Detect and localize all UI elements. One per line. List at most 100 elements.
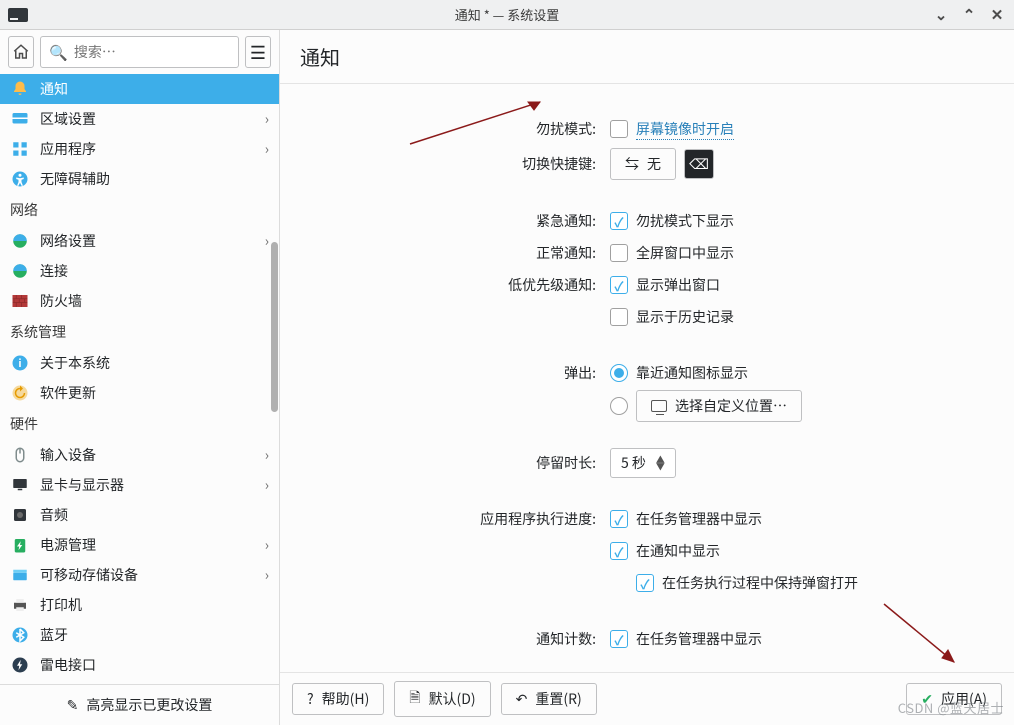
counts-label: 通知计数: xyxy=(310,629,610,649)
dnd-mirror-link[interactable]: 屏幕镜像时开启 xyxy=(636,119,734,140)
wall-icon xyxy=(10,291,30,311)
normal-checkbox[interactable] xyxy=(610,244,628,262)
popup-custom-text: 选择自定义位置… xyxy=(675,396,787,416)
progress-label: 应用程序执行进度: xyxy=(310,509,610,529)
urgent-checkbox[interactable] xyxy=(610,212,628,230)
highlight-changed-button[interactable]: ✎ 高亮显示已更改设置 xyxy=(0,684,279,725)
defaults-button[interactable]: 🗎默认(D) xyxy=(394,681,490,717)
sidebar-item-applications[interactable]: 应用程序 › xyxy=(0,134,279,164)
counts-checkbox[interactable] xyxy=(610,630,628,648)
app-icon xyxy=(8,8,28,22)
sidebar-item-locale[interactable]: 区域设置 › xyxy=(0,104,279,134)
speaker-icon xyxy=(10,505,30,525)
sidebar-item-label: 无障碍辅助 xyxy=(40,169,269,189)
sidebar-item-label: 应用程序 xyxy=(40,139,255,159)
document-icon: 🗎 xyxy=(409,687,420,711)
reset-button[interactable]: ↶重置(R) xyxy=(501,683,597,715)
progress-notif-checkbox[interactable] xyxy=(610,542,628,560)
sidebar-item-label: 雷电接口 xyxy=(40,655,269,675)
sidebar-item-firewall[interactable]: 防火墙 xyxy=(0,286,279,316)
sidebar-item-label: 可移动存储设备 xyxy=(40,565,255,585)
progress-keep-checkbox[interactable] xyxy=(636,574,654,592)
low-popup-checkbox[interactable] xyxy=(610,276,628,294)
search-input-wrapper[interactable]: 🔍 xyxy=(40,36,239,68)
progress-notif-text: 在通知中显示 xyxy=(636,541,720,561)
search-icon: 🔍 xyxy=(49,42,68,63)
clear-shortcut-button[interactable]: ⌫ xyxy=(684,149,714,179)
urgent-label: 紧急通知: xyxy=(310,211,610,231)
sidebar-item-updates[interactable]: 软件更新 xyxy=(0,378,279,408)
thunderbolt-icon xyxy=(10,655,30,675)
search-input[interactable] xyxy=(74,42,230,62)
close-button[interactable]: ✕ xyxy=(988,6,1006,24)
home-button[interactable] xyxy=(8,36,34,68)
sidebar-item-accessibility[interactable]: 无障碍辅助 xyxy=(0,164,279,194)
shortcut-button[interactable]: ⇆ 无 xyxy=(610,148,676,180)
sidebar-item-label: 蓝牙 xyxy=(40,625,269,645)
low-history-checkbox[interactable] xyxy=(610,308,628,326)
svg-text:i: i xyxy=(18,356,21,371)
menu-button[interactable]: ☰ xyxy=(245,36,271,68)
sidebar-item-about[interactable]: i 关于本系统 xyxy=(0,348,279,378)
sidebar-item-connect[interactable]: 连接 xyxy=(0,256,279,286)
sidebar-item-printer[interactable]: 打印机 xyxy=(0,590,279,620)
sidebar-item-label: 通知 xyxy=(40,79,269,99)
sidebar-item-power[interactable]: 电源管理 › xyxy=(0,530,279,560)
sidebar-item-removable[interactable]: 可移动存储设备 › xyxy=(0,560,279,590)
section-header-network: 网络 xyxy=(0,194,279,226)
progress-taskmgr-text: 在任务管理器中显示 xyxy=(636,509,762,529)
shortcut-label: 切换快捷键: xyxy=(310,154,610,174)
help-button[interactable]: ?帮助(H) xyxy=(292,683,384,715)
sidebar-item-label: 网络设置 xyxy=(40,231,255,251)
accessibility-icon xyxy=(10,169,30,189)
sidebar-item-input[interactable]: 输入设备 › xyxy=(0,440,279,470)
maximize-button[interactable]: ⌃ xyxy=(960,6,978,24)
undo-icon: ↶ xyxy=(516,689,528,709)
help-icon: ? xyxy=(307,689,314,709)
drive-icon xyxy=(10,565,30,585)
duration-spinbox[interactable]: 5 秒 ▲▼ xyxy=(610,448,676,478)
swap-icon: ⇆ xyxy=(625,154,639,174)
progress-taskmgr-checkbox[interactable] xyxy=(610,510,628,528)
minimize-button[interactable]: ⌄ xyxy=(932,6,950,24)
check-icon: ✔ xyxy=(921,689,933,709)
sidebar-item-audio[interactable]: 音频 xyxy=(0,500,279,530)
monitor-icon xyxy=(10,475,30,495)
sidebar-item-notifications[interactable]: 通知 xyxy=(0,74,279,104)
normal-text: 全屏窗口中显示 xyxy=(636,243,734,263)
grid-icon xyxy=(10,139,30,159)
bell-icon xyxy=(10,79,30,99)
sidebar-scrollbar[interactable] xyxy=(269,72,279,681)
sidebar-item-label: 软件更新 xyxy=(40,383,269,403)
mouse-icon xyxy=(10,445,30,465)
sidebar-item-label: 音频 xyxy=(40,505,269,525)
sidebar-item-label: 连接 xyxy=(40,261,269,281)
sidebar-item-label: 输入设备 xyxy=(40,445,255,465)
section-header-system: 系统管理 xyxy=(0,316,279,348)
apply-button[interactable]: ✔应用(A) xyxy=(906,683,1002,715)
sidebar-item-display[interactable]: 显卡与显示器 › xyxy=(0,470,279,500)
popup-custom-radio[interactable] xyxy=(610,397,628,415)
sidebar-item-bluetooth[interactable]: 蓝牙 xyxy=(0,620,279,650)
monitor-icon xyxy=(651,400,667,412)
sidebar-item-label: 区域设置 xyxy=(40,109,255,129)
globe-icon xyxy=(10,231,30,251)
popup-near-radio[interactable] xyxy=(610,364,628,382)
update-icon xyxy=(10,383,30,403)
popup-label: 弹出: xyxy=(310,363,610,383)
info-icon: i xyxy=(10,353,30,373)
sidebar-item-network[interactable]: 网络设置 › xyxy=(0,226,279,256)
popup-custom-button[interactable]: 选择自定义位置… xyxy=(636,390,802,422)
battery-icon xyxy=(10,535,30,555)
shortcut-value: 无 xyxy=(647,154,661,174)
globe-icon xyxy=(10,261,30,281)
sidebar-item-label: 打印机 xyxy=(40,595,269,615)
duration-label: 停留时长: xyxy=(310,453,610,473)
dnd-mirror-checkbox[interactable] xyxy=(610,120,628,138)
sidebar-item-label: 显卡与显示器 xyxy=(40,475,255,495)
low-popup-text: 显示弹出窗口 xyxy=(636,275,720,295)
window-title: 通知 * — 系统设置 xyxy=(0,5,1014,24)
sidebar-item-label: 电源管理 xyxy=(40,535,255,555)
spinbox-arrows[interactable]: ▲▼ xyxy=(656,456,665,470)
sidebar-item-thunderbolt[interactable]: 雷电接口 xyxy=(0,650,279,680)
